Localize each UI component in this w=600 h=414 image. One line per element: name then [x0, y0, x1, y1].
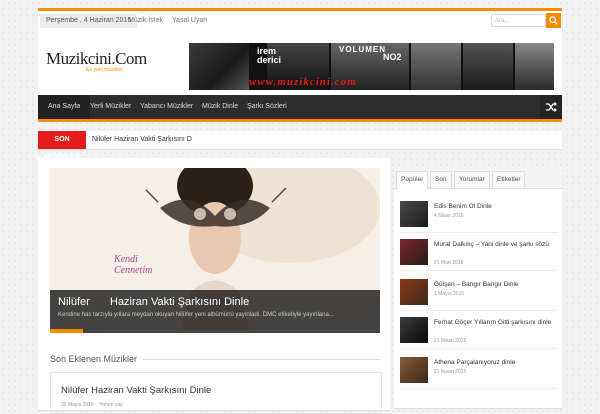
- tab-tags[interactable]: Etiketler: [492, 171, 526, 188]
- latest-post-meta: 30 Mayıs 2015 Yorum yap: [61, 402, 123, 408]
- nav-foreign-music[interactable]: Yabancı Müzikler: [140, 95, 193, 119]
- latest-post-date: 30 Mayıs 2015: [61, 402, 94, 408]
- sidebar-item-title[interactable]: Gülşen – Bangır Bangır Dinle: [434, 280, 554, 289]
- main-nav: Ana Sayfa Yerli Müzikler Yabancı Müzikle…: [38, 95, 562, 122]
- tab-comments[interactable]: Yorumlar: [454, 171, 490, 188]
- random-post-button[interactable]: [540, 95, 562, 119]
- sidebar-item[interactable]: Ferhat Göçer Yıllarım Gitti şarkısını di…: [400, 314, 558, 349]
- sidebar-widget: Popüler Son Yorumlar Etiketler Edis Beni…: [394, 168, 562, 408]
- site-tagline: En yeni müzikler: [86, 67, 123, 73]
- sidebar-item-date: 21 Mart 2015: [434, 260, 464, 266]
- sidebar-thumb: [400, 201, 428, 227]
- nav-lyrics[interactable]: Şarkı Sözleri: [247, 95, 287, 119]
- banner-title: VOLUMEN: [339, 45, 386, 54]
- sidebar-thumb: [400, 279, 428, 305]
- banner-photo-5: [463, 43, 513, 90]
- banner-photo-6: [515, 43, 554, 90]
- banner-artist-name: irem derici: [257, 47, 281, 65]
- page-wrapper: Perşembe , 4 Haziran 2015 Müzik İstek Ya…: [38, 8, 562, 414]
- overlay-album-title: Kendi Cennetim: [114, 254, 152, 276]
- sidebar-thumb: [400, 357, 428, 383]
- ticker-label: SON MÜZİKLER: [38, 131, 86, 161]
- slider-artist[interactable]: Nilüfer: [58, 296, 90, 308]
- sidebar-item-title[interactable]: Ferhat Göçer Yıllarım Gitti şarkısını di…: [434, 318, 554, 327]
- banner-number: NO2: [383, 52, 402, 62]
- current-date: Perşembe , 4 Haziran 2015: [40, 14, 138, 28]
- tab-popular[interactable]: Popüler: [396, 171, 429, 189]
- sidebar-item-date: 1 Mayıs 2015: [434, 291, 465, 297]
- slider-progress-fill: [50, 329, 83, 333]
- slider-description: Kendine has tarzıyla yıllara meydan okuy…: [58, 312, 334, 318]
- sidebar-item-date: 4 Nisan 2015: [434, 213, 464, 219]
- overlay-line2: Cennetim: [114, 265, 153, 276]
- top-bar: Perşembe , 4 Haziran 2015 Müzik İstek Ya…: [38, 8, 562, 31]
- banner-name-line2: derici: [257, 55, 282, 65]
- slider-caption: Nilüfer Haziran Vakti Şarkısını Dinle Ke…: [50, 290, 380, 333]
- top-link-music-request[interactable]: Müzik İstek: [128, 14, 163, 28]
- shuffle-icon: [546, 102, 557, 112]
- tab-recent[interactable]: Son: [430, 171, 452, 188]
- banner-url: www.muzikcini.com: [249, 76, 357, 88]
- sidebar-item[interactable]: Murat Dalkılıç – Yani dinle ve şarkı söz…: [400, 236, 558, 271]
- nav-home[interactable]: Ana Sayfa: [38, 95, 91, 119]
- search-button[interactable]: [546, 13, 561, 28]
- sidebar-item[interactable]: Athena Parçalanıyoruz dinle 21 Nisan 201…: [400, 354, 558, 389]
- search-icon: [549, 16, 558, 25]
- overlay-line1: Kendi: [114, 254, 138, 265]
- latest-post-comments[interactable]: Yorum yap: [99, 402, 123, 408]
- latest-post-card: Nilüfer Haziran Vakti Şarkısını Dinle 30…: [50, 372, 382, 414]
- banner-photo-1: [189, 43, 249, 90]
- sidebar-item-date: 21 Nisan 2015: [434, 369, 467, 375]
- sidebar-item-date: 21 Nisan 2015: [434, 338, 467, 344]
- site-header: Muzikcini.Com En yeni müzikler irem deri…: [38, 31, 562, 95]
- sidebar-item[interactable]: Gülşen – Bangır Bangır Dinle 1 Mayıs 201…: [400, 276, 558, 311]
- sidebar-tabs: Popüler Son Yorumlar Etiketler: [394, 168, 562, 189]
- sidebar-item-title[interactable]: Murat Dalkılıç – Yani dinle ve şarkı söz…: [434, 240, 554, 249]
- header-banner[interactable]: irem derici VOLUMEN NO2 www.muzikcini.co…: [189, 43, 554, 90]
- news-ticker: SON MÜZİKLER Nilüfer Haziran Vakti Şarkı…: [38, 131, 562, 161]
- section-title-latest: Son Eklenen Müzikler: [50, 354, 144, 364]
- sidebar-item[interactable]: Edis Benim Ol Dinle 4 Nisan 2015: [400, 198, 558, 233]
- featured-slider[interactable]: Kendi Cennetim Nilüfer Haziran Vakti Şar…: [50, 168, 380, 333]
- banner-photo-4: [411, 43, 461, 90]
- main-content: Kendi Cennetim Nilüfer Haziran Vakti Şar…: [38, 158, 390, 414]
- sidebar-item-title[interactable]: Edis Benim Ol Dinle: [434, 202, 554, 211]
- slider-progress-track: [50, 329, 380, 333]
- sidebar-item-title[interactable]: Athena Parçalanıyoruz dinle: [434, 358, 554, 367]
- nav-listen-music[interactable]: Müzik Dinle: [202, 95, 238, 119]
- ticker-link[interactable]: Nilüfer Haziran Vakti Şarkısını D: [92, 131, 192, 149]
- slider-title[interactable]: Haziran Vakti Şarkısını Dinle: [110, 296, 249, 308]
- nav-local-music[interactable]: Yerli Müzikler: [90, 95, 131, 119]
- top-link-legal-notice[interactable]: Yasal Uyarı: [172, 14, 208, 28]
- site-logo[interactable]: Muzikcini.Com: [46, 49, 147, 69]
- search-input[interactable]: Ara...: [491, 14, 546, 27]
- sidebar-thumb: [400, 239, 428, 265]
- latest-post-title[interactable]: Nilüfer Haziran Vakti Şarkısını Dinle: [61, 385, 211, 396]
- sidebar-thumb: [400, 317, 428, 343]
